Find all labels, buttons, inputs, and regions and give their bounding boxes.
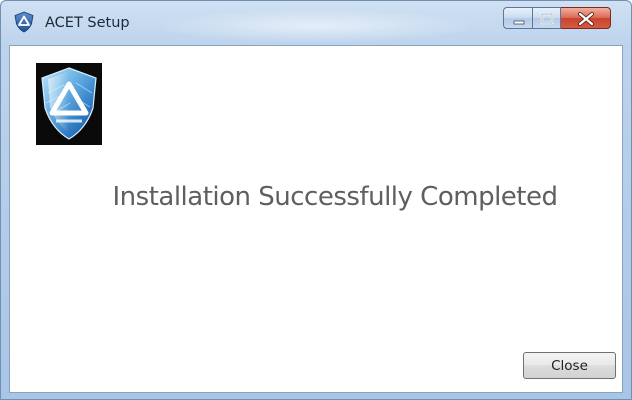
client-area: Installation Successfully Completed Clos… [9, 45, 623, 393]
title-bar-glow [151, 9, 481, 43]
minimize-icon [513, 20, 525, 25]
setup-window: ACET Setup Installation Successfully Com… [0, 0, 632, 400]
window-close-button[interactable] [561, 7, 611, 29]
close-icon [578, 12, 594, 26]
minimize-button[interactable] [503, 7, 533, 29]
close-button[interactable]: Close [523, 352, 616, 379]
window-title: ACET Setup [45, 15, 130, 31]
acet-shield-icon [14, 11, 34, 33]
maximize-icon [540, 12, 554, 25]
completion-message: Installation Successfully Completed [112, 182, 558, 212]
caption-buttons [503, 7, 611, 29]
acet-shield-logo [36, 63, 102, 145]
maximize-button[interactable] [533, 7, 561, 29]
title-bar[interactable]: ACET Setup [1, 1, 631, 45]
window-bottom-edge [1, 393, 631, 400]
